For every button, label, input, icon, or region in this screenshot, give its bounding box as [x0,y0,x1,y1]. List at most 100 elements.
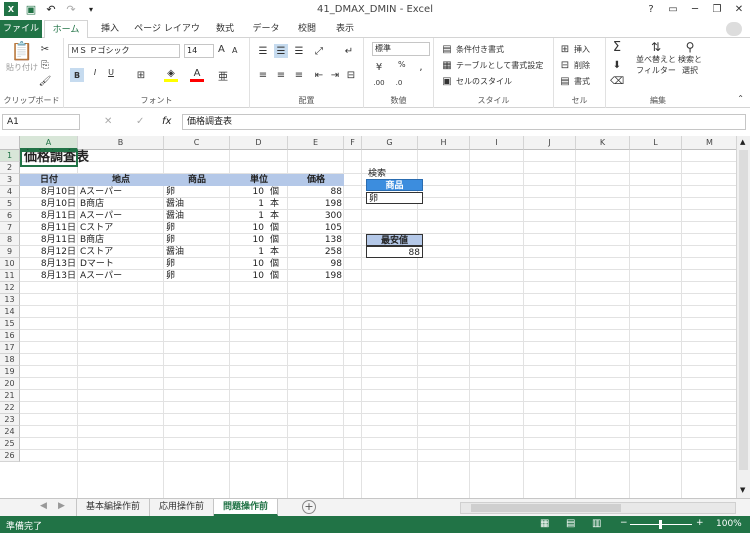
align-right-button[interactable]: ≡ [292,68,306,82]
column-header-H[interactable]: H [418,136,470,150]
table-cell[interactable]: Cストア [80,246,166,258]
table-cell[interactable]: Aスーパー [80,210,166,222]
scroll-up-icon[interactable]: ▲ [740,138,745,146]
collapse-ribbon-icon[interactable]: ⌃ [737,94,744,103]
table-cell[interactable]: 300 [288,210,344,222]
table-cell[interactable]: Aスーパー [80,186,166,198]
fill-button[interactable]: ⬇ [610,58,624,72]
column-header-I[interactable]: I [470,136,524,150]
format-as-table-button[interactable]: ▦ テーブルとして書式設定 [440,58,543,72]
normal-view-icon[interactable]: ▦ [540,518,549,529]
decrease-indent-button[interactable]: ⇤ [312,68,326,82]
insert-function-button[interactable]: fx [162,116,171,127]
font-size-select[interactable]: 14 [184,44,214,58]
table-cell[interactable]: 本 [270,198,290,210]
table-cell[interactable]: 個 [270,270,290,282]
cut-button[interactable]: ✂ [38,42,52,56]
table-cell[interactable]: 8月12日 [20,246,78,258]
row-header-4[interactable]: 4 [0,186,20,198]
minimize-icon[interactable]: ─ [684,0,706,18]
clear-button[interactable]: ⌫ [610,74,624,88]
table-cell[interactable]: 個 [270,258,290,270]
row-header-20[interactable]: 20 [0,378,20,390]
row-header-5[interactable]: 5 [0,198,20,210]
table-cell[interactable]: 10 [230,222,266,234]
percent-button[interactable]: % [398,60,406,69]
scroll-down-icon[interactable]: ▼ [740,486,745,494]
increase-decimal-button[interactable]: .00 [372,76,386,90]
table-cell[interactable]: 1 [230,210,266,222]
table-cell[interactable]: 卵 [166,222,232,234]
table-cell[interactable]: Cストア [80,222,166,234]
accounting-format-button[interactable]: ¥ [372,60,386,74]
h-scroll-thumb[interactable] [471,504,621,512]
next-sheet-icon[interactable]: ▶ [58,501,65,511]
table-cell[interactable]: 10 [230,186,266,198]
table-cell[interactable]: 1 [230,198,266,210]
table-cell[interactable]: 卵 [166,258,232,270]
add-sheet-icon[interactable]: + [302,500,316,514]
table-cell[interactable]: 醤油 [166,246,232,258]
paste-button[interactable]: 📋 貼り付け [6,40,38,73]
min-price-header[interactable]: 最安値 [366,234,423,246]
row-header-18[interactable]: 18 [0,354,20,366]
table-cell[interactable]: 卵 [166,234,232,246]
table-cell[interactable]: 10 [230,258,266,270]
scroll-thumb[interactable] [739,150,748,470]
row-header-8[interactable]: 8 [0,234,20,246]
column-header-J[interactable]: J [524,136,576,150]
select-all-corner[interactable] [0,136,20,150]
row-header-17[interactable]: 17 [0,342,20,354]
row-header-25[interactable]: 25 [0,438,20,450]
font-name-select[interactable]: ＭＳ Ｐゴシック [68,44,180,58]
fill-color-button[interactable]: ◈ [164,68,178,82]
increase-indent-button[interactable]: ⇥ [328,68,342,82]
format-painter-button[interactable]: 🖌 [38,74,52,88]
format-cells-button[interactable]: ▤ 書式 [558,74,590,88]
table-cell[interactable]: 8月11日 [20,210,78,222]
decrease-decimal-button[interactable]: .0 [392,76,406,90]
restore-icon[interactable]: ❐ [706,0,728,18]
autosum-button[interactable]: Σ [610,40,624,55]
table-cell[interactable]: 8月11日 [20,234,78,246]
vertical-scrollbar[interactable]: ▲ ▼ [736,136,750,498]
wrap-text-button[interactable]: ↵ [342,44,356,58]
table-cell[interactable]: Dマート [80,258,166,270]
table-cell[interactable]: Aスーパー [80,270,166,282]
zoom-out-button[interactable]: − [620,518,628,528]
tab-data[interactable]: データ [246,20,286,38]
criteria-value[interactable]: 卵 [366,192,423,204]
table-cell[interactable]: 138 [288,234,344,246]
copy-button[interactable]: ⎘ [38,58,52,72]
page-layout-view-icon[interactable]: ▤ [566,518,575,529]
table-cell[interactable]: B商店 [80,198,166,210]
bold-button[interactable]: B [70,68,84,82]
name-box[interactable]: A1 [2,114,80,130]
criteria-header[interactable]: 商品 [366,179,423,191]
cell-styles-button[interactable]: ▣ セルのスタイル [440,74,512,88]
enter-icon[interactable]: ✓ [136,116,144,127]
row-header-10[interactable]: 10 [0,258,20,270]
tab-review[interactable]: 校閲 [290,20,324,38]
tab-home[interactable]: ホーム [44,20,88,39]
number-format-select[interactable]: 標準 [372,42,430,56]
row-header-22[interactable]: 22 [0,402,20,414]
table-cell[interactable]: 10 [230,270,266,282]
table-cell[interactable]: 8月13日 [20,258,78,270]
close-icon[interactable]: ✕ [728,0,750,18]
table-cell[interactable]: 醤油 [166,198,232,210]
row-header-21[interactable]: 21 [0,390,20,402]
sort-filter-button[interactable]: ⇅ 並べ替えと フィルター [636,40,676,76]
table-cell[interactable]: 98 [288,258,344,270]
min-price-value[interactable]: 88 [366,246,423,258]
table-cell[interactable]: 8月13日 [20,270,78,282]
orientation-button[interactable]: ⤢ [312,44,326,58]
delete-cells-button[interactable]: ⊟ 削除 [558,58,590,72]
merge-center-button[interactable]: ⊟ [344,68,358,82]
help-button[interactable]: ? [640,0,662,18]
table-cell[interactable]: 198 [288,270,344,282]
align-top-button[interactable]: ☰ [256,44,270,58]
column-header-E[interactable]: E [288,136,344,150]
sheet-tab-applied[interactable]: 応用操作前 [150,499,214,516]
row-header-9[interactable]: 9 [0,246,20,258]
